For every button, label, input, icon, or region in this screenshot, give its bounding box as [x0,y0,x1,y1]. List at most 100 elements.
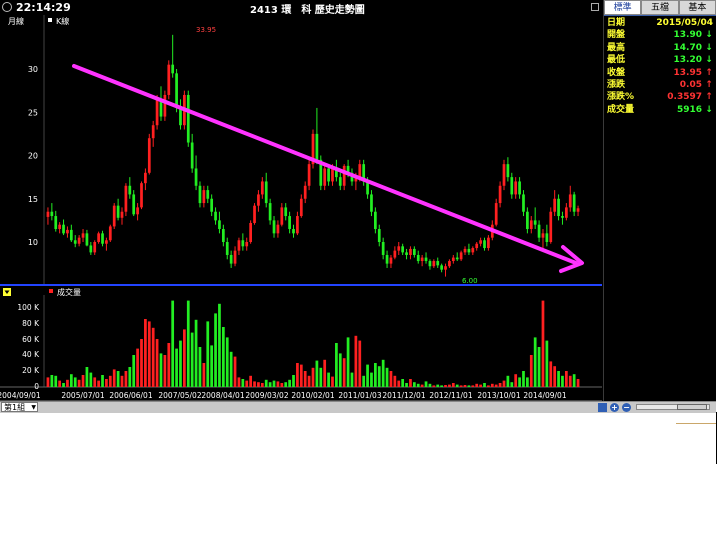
candle-body [260,181,264,195]
volume-bar [260,383,264,387]
candle-body [564,207,568,218]
candle-body [568,194,572,208]
candlestick [97,231,100,244]
volume-bar [233,356,237,387]
x-axis-date-label: 2012/11/01 [429,391,472,400]
candle-body [101,233,104,244]
candle-body [241,240,245,247]
volume-bar [186,300,190,387]
volume-bar [62,383,65,387]
volume-bar [448,384,451,387]
candle-body [108,226,112,241]
candle-body [299,198,303,217]
candle-body [553,198,557,212]
candle-body [69,229,73,241]
candlestick [167,60,171,100]
volume-bar [311,367,315,387]
tab-basic[interactable]: 基本 [678,0,716,15]
volume-bar [377,366,381,387]
volume-bar [416,383,420,387]
chart-window: 22:14:29 2413 環 科 歷史走勢圖 月線 K線 10 15 20 2… [0,0,716,413]
volume-bar [397,380,401,387]
zoom-out-icon[interactable]: − [622,403,631,412]
candle-body [420,257,424,262]
quote-row: 漲跌% 0.3597 ↑ [604,91,716,103]
volume-bar [257,382,260,387]
volume-bar [424,381,428,387]
tab-five-levels[interactable]: 五檔 [641,0,679,15]
volume-bar [147,321,151,387]
candle-body [292,229,295,234]
candle-body [331,168,334,182]
x-axis-date-label: 2010/02/01 [291,391,334,400]
high-price-marker: 33.95 [196,26,216,34]
arrow-down-icon: ↓ [705,42,713,53]
volume-y-tick: 100 K [17,303,40,312]
volume-bar [280,383,284,387]
settings-icon[interactable] [598,403,607,412]
volume-bar [541,300,545,387]
quote-row: 漲跌 0.05 ↑ [604,79,716,91]
candle-body [167,64,171,95]
candle-body [424,257,428,262]
candle-body [194,168,198,186]
volume-bar [506,375,510,387]
volume-bar [436,384,440,387]
scroll-slider-thumb[interactable] [677,404,707,410]
candle-body [175,73,178,108]
candle-body [272,220,276,234]
volume-bar [331,376,334,387]
volume-bar [381,359,385,387]
quote-label: 漲跌% [607,92,635,103]
volume-bar [409,379,412,387]
volume-bar [299,364,303,387]
candle-body [338,177,342,186]
candle-body [163,94,167,117]
candle-body [276,224,280,234]
window-edge-cap [676,423,716,424]
restore-icon[interactable] [591,3,599,11]
candlestick [112,203,116,230]
candle-body [381,242,385,255]
candle-body [451,257,455,262]
volume-bar [296,363,299,387]
candle-body [448,261,451,267]
volume-bar [225,337,229,387]
volume-bar [206,321,210,387]
candle-body [303,185,307,199]
x-axis-date-label: 2009/03/02 [245,391,288,400]
candle-body [190,142,194,169]
quote-row: 開盤 13.90 ↓ [604,29,716,41]
chart-title: 2413 環 科 歷史走勢圖 [250,5,365,16]
bottom-toolbar: 第1組 ▼ + − [0,401,716,413]
candle-body [432,261,436,267]
volume-bar [66,379,69,387]
candle-body [385,254,389,264]
quote-label: 最高 [607,42,626,53]
panel-tabs: 標準 五檔 基本 [604,0,716,16]
volume-bar [393,375,397,387]
volume-bar [264,379,268,387]
candle-body [120,211,124,218]
candle-body [93,242,97,253]
volume-bar [214,313,217,387]
kline-legend-label: K線 [56,16,69,26]
volume-bar [253,381,256,387]
candlestick [502,159,506,191]
low-price-marker: 6.00 [462,277,478,285]
volume-y-tick: 0 [34,382,39,391]
scroll-slider[interactable] [636,404,710,410]
candle-body [225,242,229,255]
group-select[interactable]: 第1組 ▼ [1,402,38,412]
candle-body [471,248,475,253]
candle-body [147,138,151,173]
quote-value: 0.05 [679,79,702,90]
candle-body [89,245,93,253]
volume-bar [463,385,467,387]
candle-body [280,207,284,225]
zoom-in-icon[interactable]: + [610,403,619,412]
volume-bar [229,351,233,387]
tab-standard[interactable]: 標準 [604,0,642,15]
volume-bar [237,377,241,387]
candle-body [144,172,147,184]
